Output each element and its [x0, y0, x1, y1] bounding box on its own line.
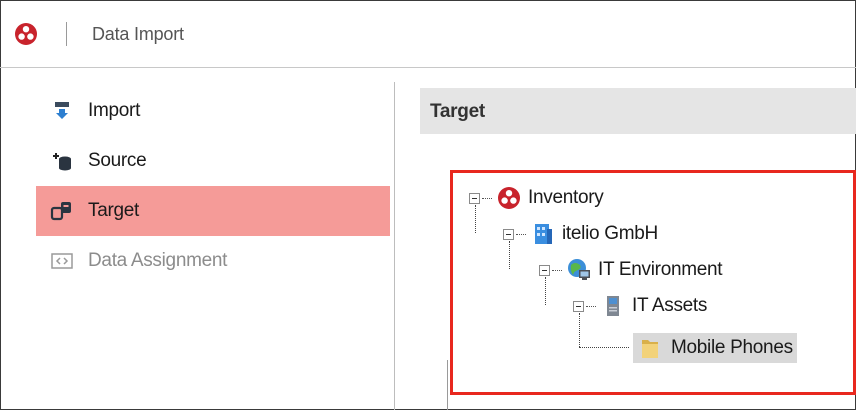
tree-expander[interactable]	[503, 228, 514, 240]
sidebar-item-import[interactable]: Import	[36, 86, 390, 136]
folder-icon	[637, 335, 663, 361]
server-icon	[600, 293, 626, 319]
sidebar-item-label: Import	[88, 100, 141, 121]
target-tree-highlight: Inventory itelio GmbH IT Environment IT …	[450, 170, 856, 395]
add-database-icon	[50, 149, 74, 173]
tree-expander[interactable]	[539, 264, 550, 276]
tree-connector	[516, 233, 526, 235]
company-building-icon	[530, 221, 556, 247]
tree-node-label: itelio GmbH	[562, 223, 658, 244]
sidebar-item-label: Source	[88, 150, 147, 171]
tree-connector	[552, 269, 562, 271]
sidebar-item-label: Data Assignment	[88, 250, 228, 271]
sidebar-item-target[interactable]: Target	[36, 186, 390, 236]
code-brackets-icon	[50, 249, 74, 273]
tree-node-it-assets[interactable]: IT Assets	[573, 291, 707, 321]
tree-connector	[586, 305, 596, 307]
sidebar-nav: Import Source Target Data Assignment	[36, 86, 390, 286]
tree-node-it-environment[interactable]: IT Environment	[539, 255, 723, 285]
tree-node-company[interactable]: itelio GmbH	[503, 219, 658, 249]
page-title: Data Import	[92, 24, 184, 44]
import-icon	[50, 99, 74, 123]
panel-divider	[447, 360, 448, 410]
tree-node-label: Inventory	[528, 187, 604, 208]
tree-node-label: Mobile Phones	[671, 337, 793, 358]
tree-connector	[482, 197, 492, 199]
section-title: Target	[430, 101, 485, 122]
panel-splitter[interactable]	[394, 82, 395, 410]
tree-node-label: IT Assets	[632, 295, 708, 316]
app-header: Data Import	[0, 0, 856, 68]
tree-node-selection[interactable]: Mobile Phones	[633, 333, 797, 363]
tree-node-mobile-phones[interactable]: Mobile Phones	[633, 333, 797, 363]
target-database-icon	[50, 199, 74, 223]
globe-computer-icon	[566, 257, 592, 283]
tree-connector	[579, 347, 629, 348]
tree-expander[interactable]	[469, 192, 480, 204]
section-header: Target	[420, 88, 856, 134]
sidebar-item-source[interactable]: Source	[36, 136, 390, 186]
sidebar-item-label: Target	[88, 200, 140, 221]
header-divider	[66, 22, 67, 46]
sidebar-item-data-assignment[interactable]: Data Assignment	[36, 236, 390, 286]
app-logo-icon[interactable]	[14, 22, 38, 46]
tree-node-inventory[interactable]: Inventory	[469, 183, 604, 213]
tree-node-label: IT Environment	[598, 259, 723, 280]
inventory-logo-icon	[496, 185, 522, 211]
tree-expander[interactable]	[573, 300, 584, 312]
